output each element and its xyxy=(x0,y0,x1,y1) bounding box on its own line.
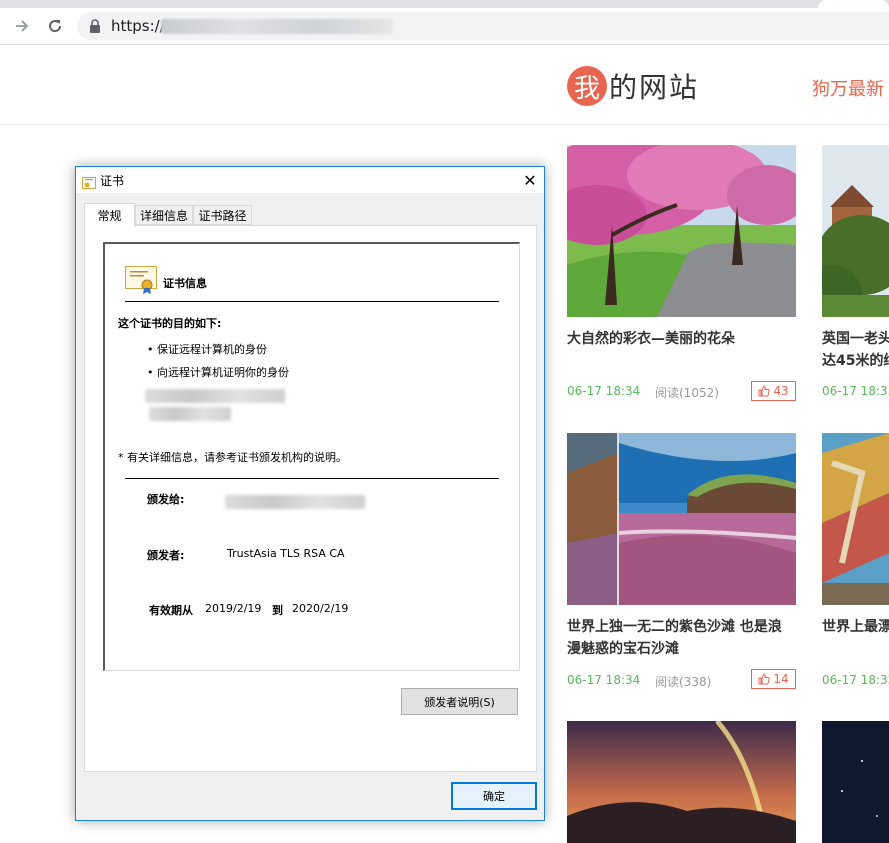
card-4-thumbnail[interactable] xyxy=(822,433,889,605)
issued-to-label: 颁发给: xyxy=(147,493,185,506)
card-2-title[interactable]: 英国一老头 xyxy=(822,328,889,350)
logo-text: 的网站 xyxy=(609,71,700,104)
card-1-reads: 阅读(1052) xyxy=(655,386,719,400)
card-1-like-button[interactable]: 43 xyxy=(751,381,796,401)
tab-strip xyxy=(0,0,889,8)
close-button[interactable]: ✕ xyxy=(516,167,544,193)
certificate-icon xyxy=(82,174,96,193)
divider-top xyxy=(125,301,499,302)
reload-button[interactable] xyxy=(43,14,67,38)
address-bar[interactable]: https:// xyxy=(77,12,889,40)
lock-icon xyxy=(90,19,100,33)
card-1-time: 06-17 18:34 xyxy=(567,384,641,398)
ok-button[interactable]: 确定 xyxy=(451,782,537,810)
dialog-titlebar[interactable]: 证书 ✕ xyxy=(76,167,544,193)
card-3-likes: 14 xyxy=(773,672,789,686)
card-1-likes: 43 xyxy=(773,384,789,398)
reload-icon xyxy=(49,20,62,33)
thumbs-up-icon xyxy=(758,673,771,685)
site-header: 我 的网站 狗万最新 xyxy=(0,46,889,125)
certificate-info-heading: 证书信息 xyxy=(163,277,207,290)
site-logo[interactable]: 我 的网站 xyxy=(567,66,699,106)
valid-from-label: 有效期从 xyxy=(149,604,193,617)
certificate-dialog: 证书 ✕ 常规 详细信息 证书路径 证书信息 这个证书的目的如下: • 保证远程… xyxy=(75,166,545,821)
dialog-title: 证书 xyxy=(100,174,125,188)
issued-by-label: 颁发者: xyxy=(147,549,185,562)
issued-by-value: TrustAsia TLS RSA CA xyxy=(227,547,345,560)
tab-cert-path[interactable]: 证书路径 xyxy=(193,205,252,225)
valid-from-value: 2019/2/19 xyxy=(205,602,262,615)
card-3-thumbnail[interactable] xyxy=(567,433,796,605)
card-1-thumbnail[interactable] xyxy=(567,145,796,317)
tab-general[interactable]: 常规 xyxy=(84,203,135,227)
valid-to-value: 2020/2/19 xyxy=(292,602,349,615)
divider-middle xyxy=(125,478,499,479)
card-2-time: 06-17 18:35 xyxy=(822,384,889,398)
url-prefix: https:// xyxy=(111,17,165,35)
browser-toolbar: https:// xyxy=(0,8,889,45)
certificate-info-box: 证书信息 这个证书的目的如下: • 保证远程计算机的身份 • 向远程计算机证明你… xyxy=(103,242,520,671)
card-1-title[interactable]: 大自然的彩衣—美丽的花朵 xyxy=(567,328,735,350)
certificate-info-icon xyxy=(125,266,157,298)
nav-link[interactable]: 狗万最新 xyxy=(812,75,884,101)
purpose-heading: 这个证书的目的如下: xyxy=(118,317,222,330)
logo-mark: 我 xyxy=(567,66,607,106)
close-icon: ✕ xyxy=(523,170,537,190)
active-tab[interactable] xyxy=(818,0,889,8)
url-redacted xyxy=(161,19,393,34)
card-3-like-button[interactable]: 14 xyxy=(751,669,796,689)
card-3-title[interactable]: 世界上独一无二的紫色沙滩 也是浪 xyxy=(567,616,782,638)
card-4-time: 06-17 18:32 xyxy=(822,673,889,687)
details-note: * 有关详细信息，请参考证书颁发机构的说明。 xyxy=(118,451,347,464)
tab-details[interactable]: 详细信息 xyxy=(135,205,193,225)
forward-button[interactable] xyxy=(10,14,34,38)
card-2-thumbnail[interactable] xyxy=(822,145,889,317)
general-tab-panel: 证书信息 这个证书的目的如下: • 保证远程计算机的身份 • 向远程计算机证明你… xyxy=(84,225,537,772)
thumbs-up-icon xyxy=(758,385,771,397)
redacted-purpose xyxy=(145,389,285,403)
card-5-thumbnail[interactable] xyxy=(567,721,796,843)
card-3-title-line2[interactable]: 漫魅惑的宝石沙滩 xyxy=(567,638,679,660)
card-2-title-line2[interactable]: 达45米的绿 xyxy=(822,350,889,372)
issuer-statement-button[interactable]: 颁发者说明(S) xyxy=(401,688,518,715)
purpose-item: • 保证远程计算机的身份 xyxy=(147,343,267,356)
arrow-right-icon xyxy=(16,20,29,32)
card-3-time: 06-17 18:34 xyxy=(567,673,641,687)
card-4-title[interactable]: 世界上最漂 xyxy=(822,616,889,638)
redacted-purpose xyxy=(149,407,231,421)
valid-to-label: 到 xyxy=(272,604,283,617)
issued-to-value-redacted xyxy=(225,495,365,509)
purpose-item: • 向远程计算机证明你的身份 xyxy=(147,366,289,379)
card-3-reads: 阅读(338) xyxy=(655,675,712,689)
card-6-thumbnail[interactable] xyxy=(822,721,889,843)
